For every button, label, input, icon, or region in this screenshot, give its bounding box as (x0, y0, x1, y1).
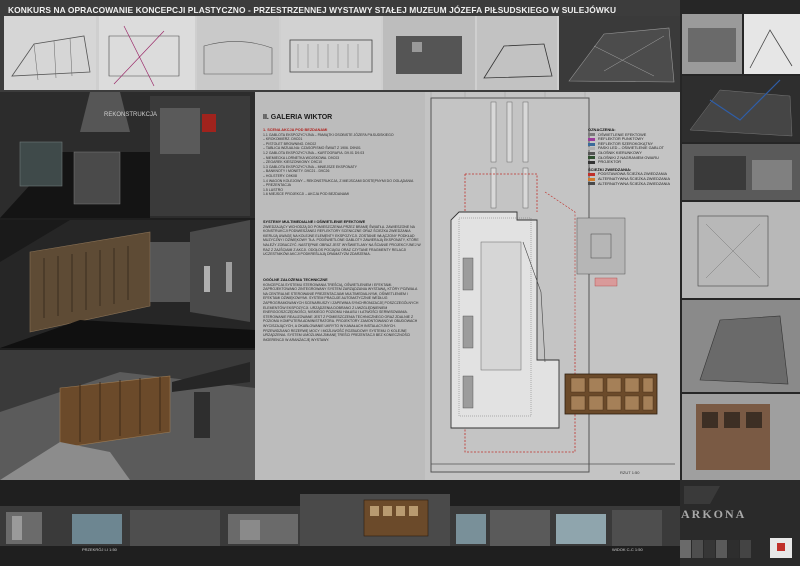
sketch-strip (4, 16, 680, 90)
plan-legend: OZNACZENIA: OŚWIETLENIE EFEKTOWE REFLEKT… (588, 127, 678, 187)
material-swatches (680, 540, 751, 558)
technical-text: KONCEPCJA SYSTEMU STEROWANIA TREŚCIĄ, OŚ… (263, 282, 419, 342)
section-wagon (363, 499, 429, 537)
render-sign: REKONSTRUKCJA (104, 112, 157, 118)
multimedia-description: SYSTEMY MULTIMEDIALNE I OŚWIETLENIE EFEK… (263, 220, 421, 257)
swatch (680, 540, 691, 558)
interior-renders: REKONSTRUKCJA (0, 92, 255, 480)
scene-line: 1.6 MIEJSCE PROJEKCJI – AKCJA POD BEZDAN… (263, 192, 349, 197)
reference-photo-column (680, 0, 800, 480)
legend-swatch (588, 182, 595, 186)
swatch (740, 540, 751, 558)
section-label-left: PRZEKRÓJ I-I 1:50 (82, 547, 117, 552)
legend-swatch (588, 147, 595, 151)
brand-mark: ARKONA (681, 507, 747, 521)
section-label-right: WIDOK C-C 1:50 (612, 547, 643, 552)
swatch (704, 540, 715, 558)
swatch (716, 540, 727, 558)
sketch-1 (4, 16, 96, 90)
competition-board: KONKURS NA OPRACOWANIE KONCEPCJI PLASTYC… (0, 0, 800, 566)
legend-label: ALTERNATYWNA ŚCIEŻKA ZWIEDZANIA (598, 181, 671, 186)
legend-swatch (588, 151, 595, 155)
swatch (728, 540, 739, 558)
board-title: KONKURS NA OPRACOWANIE KONCEPCJI PLASTYC… (8, 5, 617, 15)
scene-description: 1. SCENA AKCJA POD BEZDANAMI 1.1 GABLOTA… (263, 128, 421, 197)
render-column: REKONSTRUKCJA (0, 92, 255, 480)
legend-item: PROJEKTOR (588, 160, 678, 165)
legend-swatch (588, 177, 595, 181)
legend-swatch (588, 156, 595, 160)
swatch (692, 540, 703, 558)
plan-scale-label: RZUT 1:50 (620, 470, 640, 475)
reference-photos (682, 14, 800, 480)
legend-swatch (588, 133, 595, 137)
sketch-4 (281, 16, 381, 90)
technical-description: OGÓLNE ZAŁOŻENIA TECHNICZNE KONCEPCJA SY… (263, 278, 421, 342)
header-strip: KONKURS NA OPRACOWANIE KONCEPCJI PLASTYC… (0, 0, 680, 92)
sketch-3 (197, 16, 279, 90)
sketch-6 (477, 16, 557, 90)
section-title: II. GALERIA WIKTOR (263, 114, 333, 121)
sketch-2 (99, 16, 195, 90)
legend-swatch (588, 142, 595, 146)
multimedia-text: ZWIEDZAJĄCY WCHODZĄ DO POMIESZCZENIA PRZ… (263, 224, 421, 257)
display-cases (462, 257, 474, 409)
legend-swatch (588, 173, 595, 177)
legend-label: PROJEKTOR (598, 160, 622, 165)
legend-swatch (588, 160, 595, 164)
legend-swatch (588, 137, 595, 141)
legend-path: ALTERNATYWNA ŚCIEŻKA ZWIEDZANIA (588, 182, 678, 187)
description-panel: II. GALERIA WIKTOR 1. SCENA AKCJA POD BE… (255, 92, 425, 480)
